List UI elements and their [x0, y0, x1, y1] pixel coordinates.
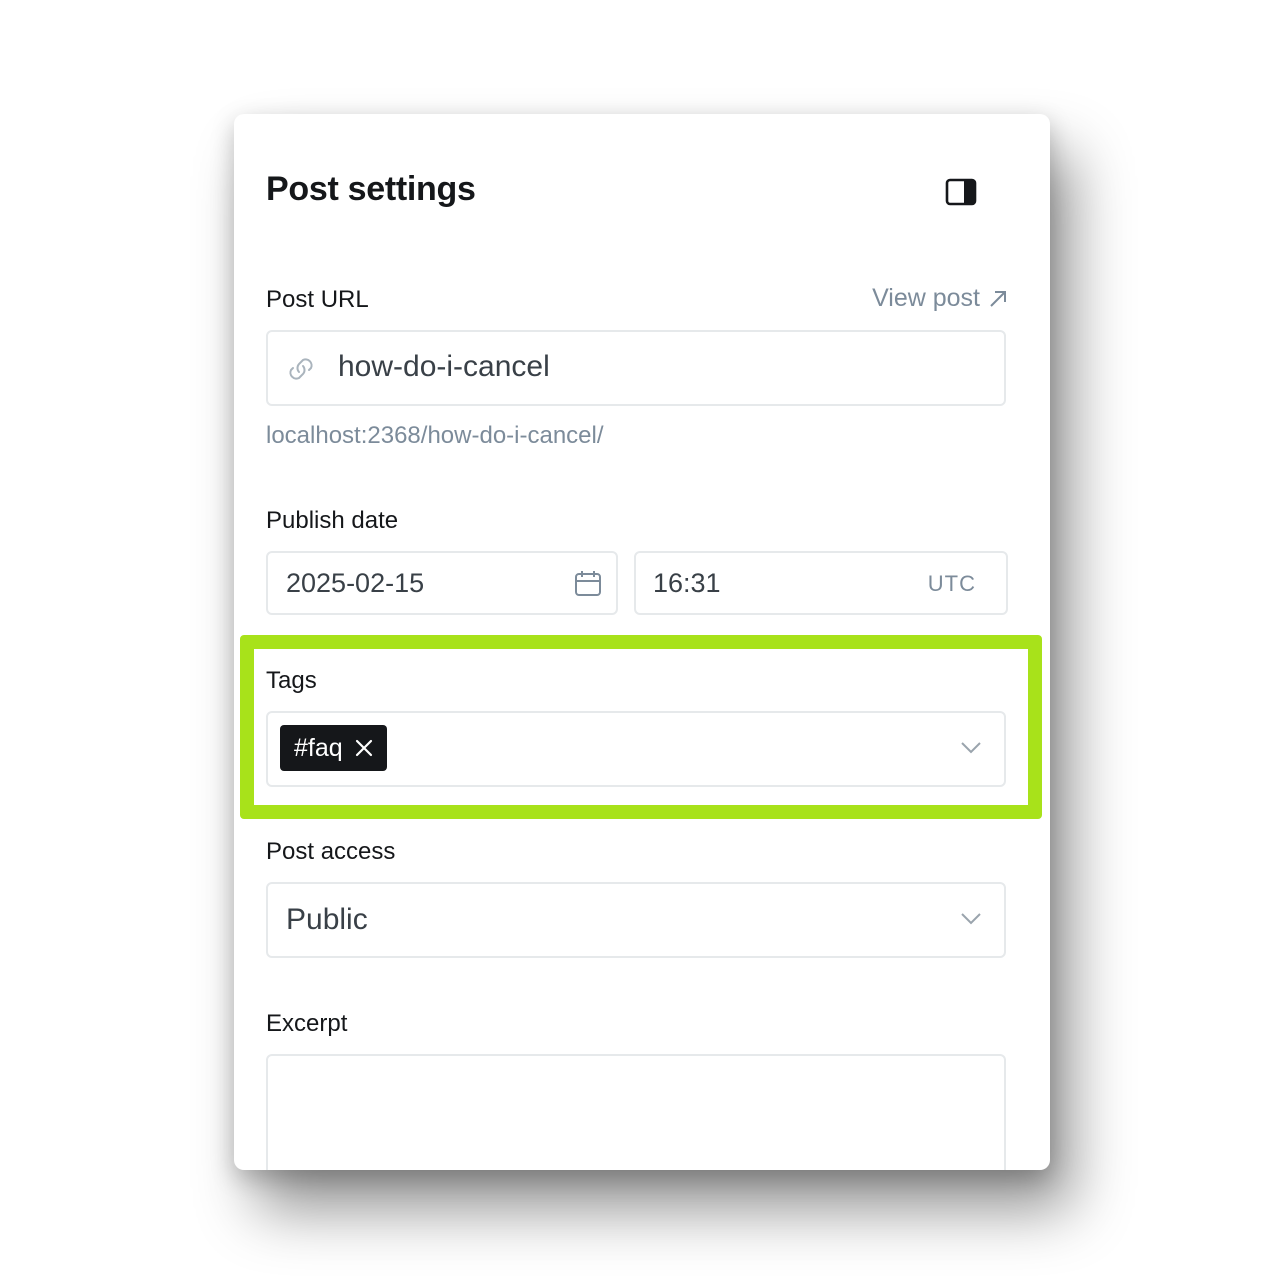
post-settings-panel: Post settings Post URL View post how-do-…	[234, 114, 1050, 1170]
view-post-label: View post	[872, 284, 980, 312]
timezone-label: UTC	[927, 571, 976, 596]
chevron-down-icon	[961, 913, 981, 925]
excerpt-label: Excerpt	[266, 1010, 348, 1037]
tags-label: Tags	[266, 667, 317, 694]
close-icon[interactable]	[355, 739, 373, 757]
full-url-text: localhost:2368/how-do-i-cancel/	[266, 422, 604, 449]
tags-input[interactable]: #faq	[266, 711, 1006, 787]
sidebar-toggle-button[interactable]	[944, 175, 978, 209]
post-access-label: Post access	[266, 838, 396, 865]
publish-time-input[interactable]: 16:31 UTC	[634, 551, 1008, 615]
publish-date-input[interactable]: 2025-02-15	[266, 551, 618, 615]
sidebar-toggle-icon	[945, 178, 977, 206]
publish-date-value: 2025-02-15	[286, 568, 425, 598]
chevron-down-icon[interactable]	[960, 741, 982, 755]
link-icon	[289, 358, 313, 380]
post-url-value: how-do-i-cancel	[338, 350, 550, 383]
view-post-link[interactable]: View post	[872, 284, 1008, 313]
publish-date-label: Publish date	[266, 507, 399, 534]
post-access-select[interactable]: Public	[266, 882, 1006, 958]
post-url-label: Post URL	[266, 286, 369, 313]
excerpt-textarea[interactable]	[266, 1054, 1006, 1170]
arrow-up-right-icon	[990, 290, 1006, 307]
tag-chip: #faq	[280, 725, 387, 771]
post-url-input[interactable]: how-do-i-cancel	[266, 330, 1006, 406]
publish-time-value: 16:31	[653, 568, 721, 598]
post-access-value: Public	[286, 903, 368, 936]
calendar-icon	[575, 571, 601, 596]
panel-title: Post settings	[266, 170, 476, 208]
tag-chip-label: #faq	[294, 733, 343, 762]
